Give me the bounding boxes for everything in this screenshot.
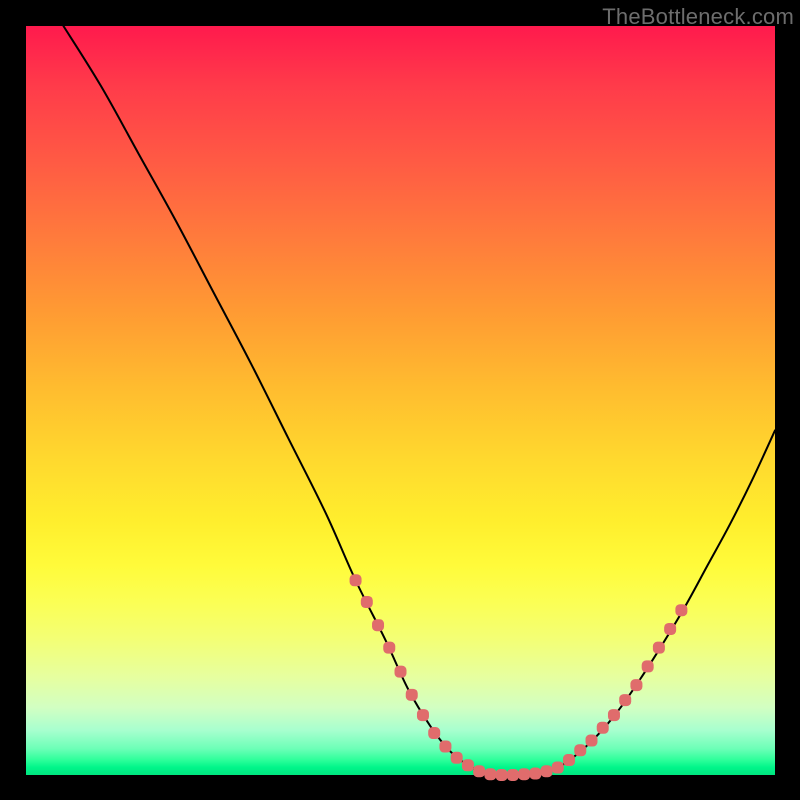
highlight-dot <box>608 709 620 721</box>
series-left-branch <box>63 26 482 773</box>
highlight-dot <box>428 727 440 739</box>
highlight-dot <box>350 574 362 586</box>
highlight-dot <box>406 689 418 701</box>
highlight-dot <box>642 660 654 672</box>
highlight-dot <box>484 768 496 780</box>
series-right-branch <box>543 430 775 772</box>
highlight-dot <box>541 765 553 777</box>
highlight-dot <box>552 762 564 774</box>
highlight-dot <box>586 735 598 747</box>
highlight-dot <box>563 754 575 766</box>
highlight-dot <box>439 741 451 753</box>
highlight-dot <box>518 768 530 780</box>
highlight-dot <box>597 722 609 734</box>
highlight-dot <box>574 744 586 756</box>
highlight-dot <box>361 596 373 608</box>
highlight-dot <box>462 759 474 771</box>
highlight-dot <box>630 679 642 691</box>
curve-layer <box>63 26 775 775</box>
plot-area <box>26 26 775 775</box>
highlight-dot <box>529 768 541 780</box>
highlight-dot <box>395 666 407 678</box>
highlight-dot <box>675 604 687 616</box>
highlight-dot <box>496 769 508 781</box>
marker-layer <box>350 574 688 781</box>
chart-stage: TheBottleneck.com <box>0 0 800 800</box>
highlight-dot <box>664 623 676 635</box>
highlight-dot <box>653 642 665 654</box>
highlight-dot <box>473 765 485 777</box>
highlight-dot <box>383 642 395 654</box>
highlight-dot <box>619 694 631 706</box>
highlight-dot <box>372 619 384 631</box>
chart-svg <box>26 26 775 775</box>
highlight-dot <box>417 709 429 721</box>
highlight-dot <box>507 769 519 781</box>
watermark-text: TheBottleneck.com <box>602 4 794 30</box>
highlight-dot <box>451 752 463 764</box>
